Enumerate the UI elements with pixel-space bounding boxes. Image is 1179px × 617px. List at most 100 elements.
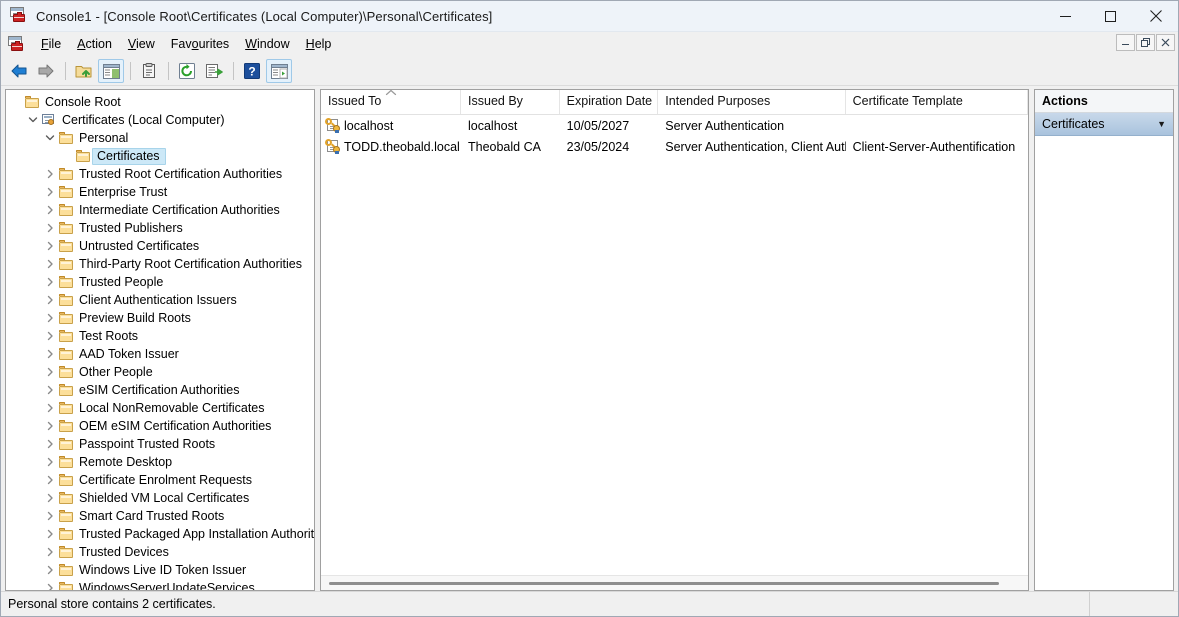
tree-item[interactable]: Certificates: [6, 147, 314, 165]
tree-item[interactable]: OEM eSIM Certification Authorities: [6, 417, 314, 435]
forward-icon[interactable]: [33, 59, 59, 83]
tree-item[interactable]: Windows Live ID Token Issuer: [6, 561, 314, 579]
mdi-minimize-button[interactable]: [1116, 34, 1135, 51]
tree-item-label: Enterprise Trust: [79, 185, 168, 199]
refresh-icon[interactable]: [174, 59, 200, 83]
chevron-right-icon[interactable]: [42, 346, 58, 362]
tree-item[interactable]: Remote Desktop: [6, 453, 314, 471]
close-button[interactable]: [1133, 1, 1178, 31]
show-hide-action-pane-icon[interactable]: [266, 59, 292, 83]
list-horizontal-scroll-thumb[interactable]: [329, 581, 1000, 585]
up-one-level-icon[interactable]: [71, 59, 97, 83]
column-header[interactable]: Issued To: [321, 90, 462, 114]
chevron-right-icon[interactable]: [42, 418, 58, 434]
tree-item[interactable]: Third-Party Root Certification Authoriti…: [6, 255, 314, 273]
chevron-right-icon[interactable]: [42, 436, 58, 452]
export-list-icon[interactable]: [201, 59, 227, 83]
menu-file[interactable]: File: [33, 35, 69, 54]
tree-item[interactable]: Enterprise Trust: [6, 183, 314, 201]
table-cell-issued-to: TODD.theobald.local: [321, 139, 461, 154]
chevron-right-icon[interactable]: [42, 382, 58, 398]
chevron-right-icon[interactable]: [42, 364, 58, 380]
properties-icon[interactable]: [136, 59, 162, 83]
column-header[interactable]: Intended Purposes: [658, 90, 846, 114]
column-header[interactable]: Certificate Template: [846, 90, 1028, 114]
tree-item[interactable]: Trusted Root Certification Authorities: [6, 165, 314, 183]
tree-item[interactable]: Certificates (Local Computer): [6, 111, 314, 129]
chevron-down-icon[interactable]: [25, 112, 41, 128]
tree-item[interactable]: WindowsServerUpdateServices: [6, 579, 314, 590]
chevron-right-icon[interactable]: [42, 292, 58, 308]
tree-item[interactable]: eSIM Certification Authorities: [6, 381, 314, 399]
chevron-right-icon[interactable]: [42, 274, 58, 290]
console-tree[interactable]: Console Root Certificates (Local Computer…: [6, 90, 314, 590]
tree-item-label: Trusted People: [79, 275, 164, 289]
chevron-right-icon[interactable]: [42, 490, 58, 506]
chevron-right-icon[interactable]: [42, 310, 58, 326]
tree-item[interactable]: Certificate Enrolment Requests: [6, 471, 314, 489]
maximize-button[interactable]: [1088, 1, 1133, 31]
tree-item[interactable]: Console Root: [6, 93, 314, 111]
tree-item[interactable]: Test Roots: [6, 327, 314, 345]
chevron-right-icon[interactable]: [42, 454, 58, 470]
tree-item[interactable]: Smart Card Trusted Roots: [6, 507, 314, 525]
chevron-right-icon[interactable]: [42, 166, 58, 182]
list-column-headers[interactable]: Issued To Issued By Expiration Date Intende…: [321, 90, 1028, 115]
tree-item[interactable]: Local NonRemovable Certificates: [6, 399, 314, 417]
chevron-right-icon[interactable]: [42, 400, 58, 416]
chevron-right-icon[interactable]: [42, 472, 58, 488]
tree-item[interactable]: Client Authentication Issuers: [6, 291, 314, 309]
list-horizontal-scrollbar[interactable]: [321, 575, 1028, 590]
column-header[interactable]: Issued By: [461, 90, 560, 114]
tree-item[interactable]: Other People: [6, 363, 314, 381]
chevron-right-icon[interactable]: [42, 220, 58, 236]
tree-item-label: Windows Live ID Token Issuer: [79, 563, 247, 577]
chevron-down-icon[interactable]: [42, 130, 58, 146]
chevron-right-icon[interactable]: [42, 328, 58, 344]
back-icon[interactable]: [6, 59, 32, 83]
chevron-right-icon[interactable]: [42, 256, 58, 272]
tree-item[interactable]: Trusted Devices: [6, 543, 314, 561]
mmc-console-icon: [10, 7, 28, 25]
cell-text: 23/05/2024: [566, 139, 630, 154]
tree-item[interactable]: Trusted People: [6, 273, 314, 291]
tree-item[interactable]: Personal: [6, 129, 314, 147]
menu-help[interactable]: Help: [298, 35, 340, 54]
tree-item[interactable]: AAD Token Issuer: [6, 345, 314, 363]
tree-item[interactable]: Trusted Publishers: [6, 219, 314, 237]
tree-item[interactable]: Passpoint Trusted Roots: [6, 435, 314, 453]
chevron-down-icon[interactable]: ▼: [1157, 119, 1166, 129]
chevron-right-icon[interactable]: [42, 562, 58, 578]
mdi-close-button[interactable]: [1156, 34, 1175, 51]
mmc-console-window: Console1 - [Console Root\Certificates (L…: [0, 0, 1179, 617]
chevron-right-icon[interactable]: [42, 580, 58, 590]
menu-action[interactable]: Action: [69, 35, 120, 54]
show-hide-console-tree-icon[interactable]: [98, 59, 124, 83]
chevron-right-icon[interactable]: [42, 184, 58, 200]
chevron-right-icon[interactable]: [42, 238, 58, 254]
tree-item[interactable]: Trusted Packaged App Installation Author…: [6, 525, 314, 543]
tree-item-label: Test Roots: [79, 329, 139, 343]
tree-item-label: Personal: [79, 131, 129, 145]
tree-item[interactable]: Untrusted Certificates: [6, 237, 314, 255]
menu-favourites[interactable]: Favourites: [163, 35, 237, 54]
tree-item[interactable]: Preview Build Roots: [6, 309, 314, 327]
table-row[interactable]: TODD.theobald.local Theobald CA 23/05/2024…: [321, 136, 1028, 157]
menu-view[interactable]: View: [120, 35, 163, 54]
chevron-right-icon[interactable]: [42, 508, 58, 524]
column-header[interactable]: Expiration Date: [560, 90, 659, 114]
table-row[interactable]: localhost localhost 10/05/2027 Server Authe…: [321, 115, 1028, 136]
cell-text: localhost: [467, 118, 518, 133]
chevron-right-icon[interactable]: [42, 544, 58, 560]
folder-icon: [58, 581, 74, 590]
help-icon[interactable]: ?: [239, 59, 265, 83]
actions-item-certificates[interactable]: Certificates ▼: [1035, 113, 1173, 136]
minimize-button[interactable]: [1043, 1, 1088, 31]
menu-window[interactable]: Window: [237, 35, 297, 54]
chevron-right-icon[interactable]: [42, 526, 58, 542]
certificates-list[interactable]: localhost localhost 10/05/2027 Server Authe…: [321, 115, 1028, 575]
tree-item[interactable]: Shielded VM Local Certificates: [6, 489, 314, 507]
chevron-right-icon[interactable]: [42, 202, 58, 218]
mdi-restore-button[interactable]: [1136, 34, 1155, 51]
tree-item[interactable]: Intermediate Certification Authorities: [6, 201, 314, 219]
